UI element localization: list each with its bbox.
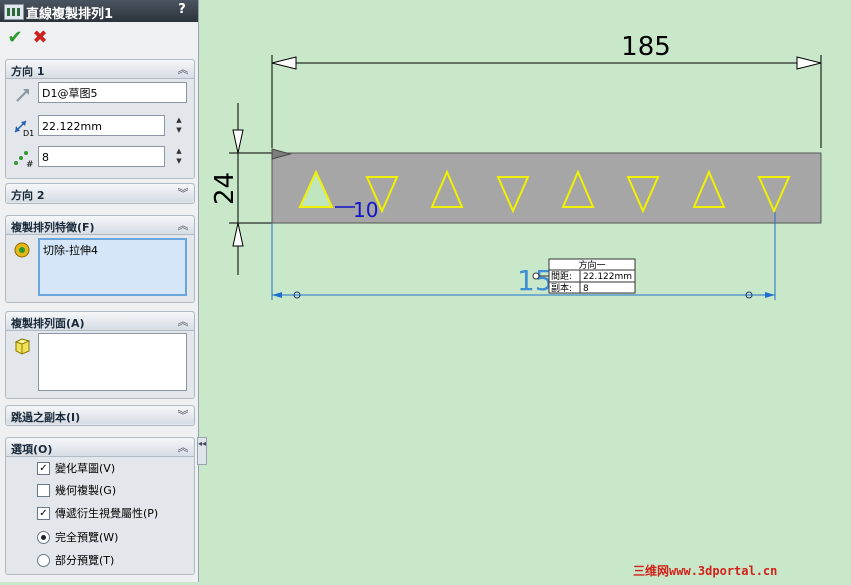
callout-count-label: 副本: bbox=[551, 282, 572, 294]
instances-count-icon: # bbox=[12, 148, 34, 170]
spacing-icon: D1 bbox=[12, 117, 34, 138]
ok-button[interactable]: ✔ bbox=[5, 28, 25, 48]
watermark: 三维网www.3dportal.cn bbox=[633, 562, 777, 579]
svg-text:D1: D1 bbox=[23, 129, 34, 137]
section-direction1-label: 方向 1 bbox=[11, 65, 45, 78]
callout-title: 方向一 bbox=[578, 259, 605, 271]
watermark-url: www.3dportal.cn bbox=[669, 564, 778, 578]
dimension-arrow-icon bbox=[232, 129, 244, 154]
help-button[interactable]: ? bbox=[174, 2, 190, 18]
collapse-chevron-icon[interactable]: ︽ bbox=[176, 313, 190, 328]
spacing-spinner[interactable]: ▲ ▼ bbox=[173, 115, 185, 137]
collapse-chevron-icon[interactable]: ︽ bbox=[176, 217, 190, 232]
watermark-logo-text: 三维网 bbox=[633, 564, 670, 578]
propagate-visual-checkbox[interactable]: ✓ bbox=[37, 507, 50, 520]
panel-titlebar: 直線複製排列1 ? bbox=[0, 0, 198, 22]
dimension-arrow-icon bbox=[272, 292, 282, 298]
dimension-arrow-icon bbox=[796, 56, 822, 70]
dimension-24-label[interactable]: 24 bbox=[210, 172, 240, 205]
model-view: 185 24 10 15 方向一 間距: 22.122mm 副本: 8 bbox=[210, 32, 822, 300]
section-direction2[interactable]: 方向 2 ︾ bbox=[5, 183, 195, 204]
sketch-dimension-10-label[interactable]: 10 bbox=[353, 198, 378, 222]
faces-listbox[interactable] bbox=[38, 333, 187, 391]
spin-down-icon[interactable]: ▼ bbox=[173, 156, 185, 166]
linear-pattern-icon bbox=[4, 4, 24, 20]
vary-sketch-checkbox[interactable]: ✓ bbox=[37, 462, 50, 475]
cancel-button[interactable]: ✖ bbox=[30, 28, 50, 48]
features-icon bbox=[12, 240, 34, 260]
geometry-pattern-label: 幾何複製(G) bbox=[55, 484, 117, 497]
section-features-header[interactable]: 複製排列特徵(F) ︽ bbox=[6, 216, 194, 235]
section-skip-label: 跳過之副本(I) bbox=[11, 411, 81, 424]
dimension-arrow-icon bbox=[232, 222, 244, 247]
feature-list-item[interactable]: 切除-拉伸4 bbox=[43, 242, 98, 258]
collapse-chevron-icon[interactable]: ︽ bbox=[176, 439, 190, 454]
callout-count-value[interactable]: 8 bbox=[583, 284, 589, 294]
svg-text:#: # bbox=[26, 160, 34, 168]
section-direction1-header[interactable]: 方向 1 ︽ bbox=[6, 60, 194, 79]
full-preview-label: 完全預覽(W) bbox=[55, 531, 119, 544]
callout-spacing-value[interactable]: 22.122mm bbox=[583, 272, 632, 282]
faces-icon bbox=[12, 336, 34, 356]
dimension-185-label[interactable]: 185 bbox=[621, 32, 671, 62]
pattern-callout[interactable]: 方向一 間距: 22.122mm 副本: 8 bbox=[548, 258, 636, 294]
section-options-label: 選項(O) bbox=[11, 443, 53, 456]
dimension-arrow-icon bbox=[765, 292, 775, 298]
propagate-visual-label: 傳遞衍生視覺屬性(P) bbox=[55, 507, 159, 520]
section-direction2-header[interactable]: 方向 2 ︾ bbox=[6, 184, 194, 202]
ok-cancel-row: ✔ ✖ bbox=[0, 24, 198, 54]
section-features-label: 複製排列特徵(F) bbox=[11, 221, 95, 234]
section-faces-header[interactable]: 複製排列面(A) ︽ bbox=[6, 312, 194, 331]
property-manager-panel: 直線複製排列1 ? ✔ ✖ 方向 1 ︽ D1@草图5 D1 22.122mm … bbox=[0, 0, 199, 582]
section-options: 選項(O) ︽ ✓ 變化草圖(V) 幾何複製(G) ✓ 傳遞衍生視覺屬性(P) … bbox=[5, 437, 195, 575]
section-features-to-pattern: 複製排列特徵(F) ︽ 切除-拉伸4 bbox=[5, 215, 195, 303]
direction-reference-field[interactable]: D1@草图5 bbox=[38, 82, 187, 103]
features-listbox[interactable]: 切除-拉伸4 bbox=[38, 238, 187, 296]
partial-preview-radio[interactable] bbox=[37, 554, 50, 567]
geometry-pattern-checkbox[interactable] bbox=[37, 484, 50, 497]
callout-spacing-label: 間距: bbox=[551, 271, 572, 282]
pattern-direction-icon bbox=[12, 86, 34, 106]
section-direction1: 方向 1 ︽ D1@草图5 D1 22.122mm ▲ ▼ # 8 ▲ ▼ bbox=[5, 59, 195, 179]
vary-sketch-label: 變化草圖(V) bbox=[55, 462, 116, 475]
spin-up-icon[interactable]: ▲ bbox=[173, 146, 185, 156]
spin-up-icon[interactable]: ▲ bbox=[173, 115, 185, 125]
dimension-arrow-icon bbox=[271, 56, 297, 70]
section-instances-to-skip[interactable]: 跳過之副本(I) ︾ bbox=[5, 405, 195, 426]
section-faces-label: 複製排列面(A) bbox=[11, 317, 85, 330]
expand-chevron-icon[interactable]: ︾ bbox=[176, 407, 190, 422]
full-preview-radio[interactable] bbox=[37, 531, 50, 544]
callout-anchor-icon bbox=[532, 272, 540, 280]
collapse-chevron-icon[interactable]: ︽ bbox=[176, 61, 190, 76]
section-skip-header[interactable]: 跳過之副本(I) ︾ bbox=[6, 406, 194, 424]
section-direction2-label: 方向 2 bbox=[11, 189, 45, 202]
count-spinner[interactable]: ▲ ▼ bbox=[173, 146, 185, 168]
section-options-header[interactable]: 選項(O) ︽ bbox=[6, 438, 194, 457]
graphics-area[interactable]: 185 24 10 15 方向一 間距: 22.122mm 副本: 8 bbox=[199, 0, 851, 582]
expand-chevron-icon[interactable]: ︾ bbox=[176, 185, 190, 200]
spacing-input[interactable]: 22.122mm bbox=[38, 115, 165, 136]
section-faces-to-pattern: 複製排列面(A) ︽ bbox=[5, 311, 195, 399]
pattern-dimension-15-label[interactable]: 15 bbox=[517, 264, 553, 297]
instances-count-input[interactable]: 8 bbox=[38, 146, 165, 167]
spin-down-icon[interactable]: ▼ bbox=[173, 125, 185, 135]
panel-title: 直線複製排列1 bbox=[26, 7, 114, 22]
partial-preview-label: 部分預覽(T) bbox=[55, 554, 115, 567]
